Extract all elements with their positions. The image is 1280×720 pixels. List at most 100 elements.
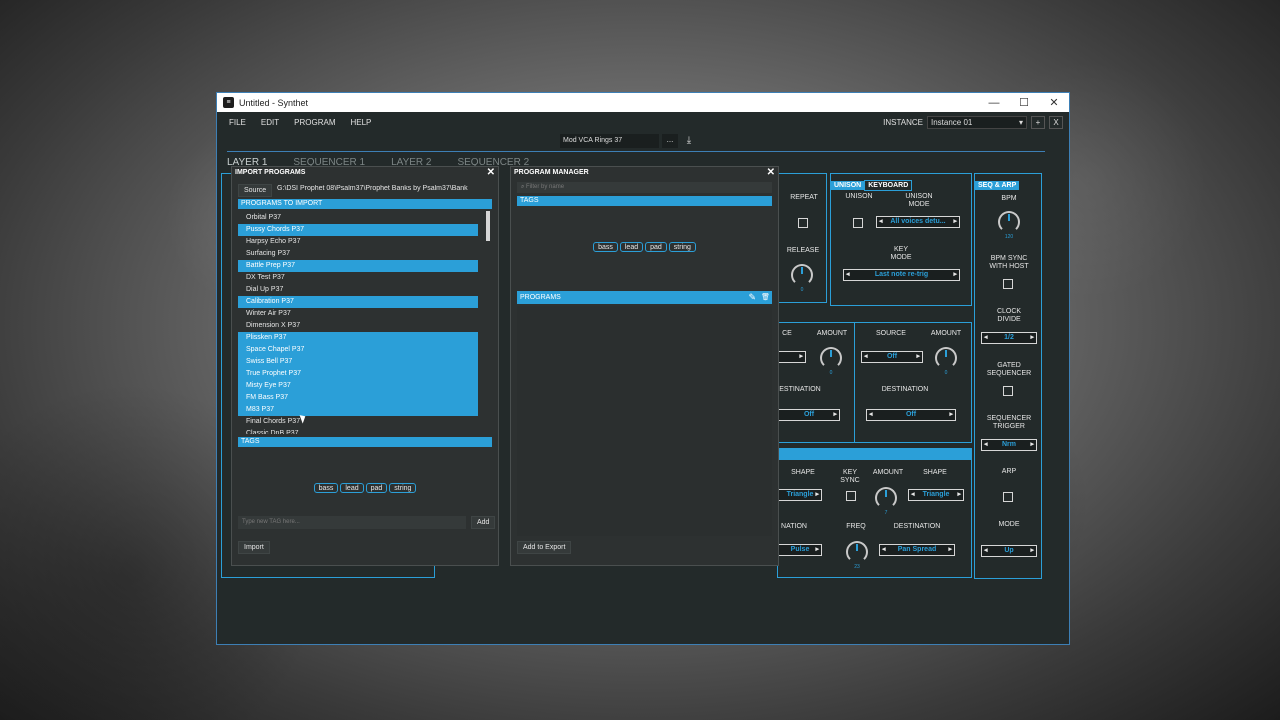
menu-file[interactable]: FILE <box>229 118 246 127</box>
import-button[interactable]: Import <box>238 541 270 554</box>
bpm-sync-checkbox[interactable] <box>1003 279 1013 289</box>
remove-instance-button[interactable]: X <box>1049 115 1063 129</box>
arrow-right-icon[interactable]: ▸ <box>957 490 961 500</box>
arrow-left-icon[interactable]: ◂ <box>984 333 988 343</box>
tab-unison[interactable]: UNISON <box>831 181 865 190</box>
lfo-amount-knob[interactable] <box>875 487 897 509</box>
arrow-right-icon[interactable]: ▸ <box>953 217 957 227</box>
destination-select-b[interactable]: ◂ Off ▸ <box>866 409 956 421</box>
destination-select-a[interactable]: Off ▸ <box>778 409 840 421</box>
tag-string[interactable]: string <box>389 483 417 493</box>
program-list-item[interactable]: Calibration P37 <box>238 296 478 308</box>
source-select-a[interactable]: ▸ <box>776 351 806 363</box>
filter-input[interactable]: ⌕ Filter by name <box>517 182 772 193</box>
unison-checkbox[interactable] <box>853 218 863 228</box>
program-list-item[interactable]: Pussy Chords P37 <box>238 224 478 236</box>
tag-lead[interactable]: lead <box>340 483 364 493</box>
arrow-right-icon[interactable]: ▸ <box>815 490 819 500</box>
close-button[interactable]: ✕ <box>1039 96 1069 109</box>
source-select-b[interactable]: ◂ Off ▸ <box>861 351 923 363</box>
arrow-right-icon[interactable]: ▸ <box>953 270 957 280</box>
import-list-scrollbar[interactable] <box>486 211 490 241</box>
arrow-left-icon[interactable]: ◂ <box>879 217 883 227</box>
arp-checkbox[interactable] <box>1003 492 1013 502</box>
program-list-item[interactable]: Swiss Bell P37 <box>238 356 478 368</box>
bpm-knob[interactable] <box>998 211 1020 233</box>
menu-program[interactable]: PROGRAM <box>294 118 335 127</box>
arrow-right-icon[interactable]: ▸ <box>1030 546 1034 556</box>
tab-keyboard[interactable]: KEYBOARD <box>864 180 913 191</box>
add-tag-button[interactable]: Add <box>471 516 496 529</box>
program-list-item[interactable]: Winter Air P37 <box>238 308 478 320</box>
arrow-left-icon[interactable]: ◂ <box>882 545 886 555</box>
freq-knob[interactable] <box>846 541 868 563</box>
tag-string[interactable]: string <box>668 242 696 252</box>
program-name-field[interactable]: Mod VCA Rings 37 <box>560 134 659 148</box>
arrow-right-icon[interactable]: ▸ <box>949 410 953 420</box>
maximize-button[interactable]: ☐ <box>1009 96 1039 109</box>
program-list-item[interactable]: Orbital P37 <box>238 212 478 224</box>
tag-lead[interactable]: lead <box>619 242 644 252</box>
program-list-item[interactable]: Dimension X P37 <box>238 320 478 332</box>
close-icon[interactable]: ✕ <box>767 167 775 179</box>
arrow-left-icon[interactable]: ◂ <box>846 270 850 280</box>
menu-help[interactable]: HELP <box>350 118 371 127</box>
arrow-right-icon[interactable]: ▸ <box>948 545 952 555</box>
add-to-export-button[interactable]: Add to Export <box>517 541 572 554</box>
program-list-item[interactable]: M83 P37 <box>238 404 478 416</box>
browse-button[interactable]: ... <box>662 134 678 148</box>
save-icon[interactable]: ⤓ <box>681 134 697 148</box>
arrow-right-icon[interactable]: ▸ <box>916 352 920 362</box>
minimize-button[interactable]: — <box>979 97 1009 109</box>
release-knob[interactable] <box>791 264 813 286</box>
clock-divide-select[interactable]: ◂ 1/2 ▸ <box>981 332 1037 344</box>
shape-select-a[interactable]: Triangle ▸ <box>778 489 822 501</box>
program-list-item[interactable]: Final Chords P37 <box>238 416 478 428</box>
program-list-item[interactable]: Plissken P37 <box>238 332 478 344</box>
shape-select-b[interactable]: ◂ Triangle ▸ <box>908 489 964 501</box>
tag-bass[interactable]: bass <box>593 242 618 252</box>
repeat-checkbox[interactable] <box>798 218 808 228</box>
program-list-item[interactable]: Misty Eye P37 <box>238 380 478 392</box>
menu-edit[interactable]: EDIT <box>261 118 279 127</box>
edit-icon[interactable]: ✎ <box>748 291 756 304</box>
arrow-right-icon[interactable]: ▸ <box>833 410 837 420</box>
program-list-item[interactable]: DX Test P37 <box>238 272 478 284</box>
arrow-right-icon[interactable]: ▸ <box>1030 440 1034 450</box>
program-list-item[interactable]: Classic DnB P37 <box>238 428 478 434</box>
tag-pad[interactable]: pad <box>645 242 667 252</box>
arrow-right-icon[interactable]: ▸ <box>1030 333 1034 343</box>
program-list-item[interactable]: Dial Up P37 <box>238 284 478 296</box>
lfo-dest-select-b[interactable]: ◂ Pan Spread ▸ <box>879 544 955 556</box>
mode-select[interactable]: ◂ Up ▸ <box>981 545 1037 557</box>
arrow-left-icon[interactable]: ◂ <box>864 352 868 362</box>
new-tag-input[interactable]: Type new TAG here... <box>238 516 466 529</box>
close-icon[interactable]: ✕ <box>487 167 495 179</box>
program-list-item[interactable]: FM Bass P37 <box>238 392 478 404</box>
program-list-item[interactable]: Space Chapel P37 <box>238 344 478 356</box>
amount-knob-b[interactable] <box>935 347 957 369</box>
program-list-item[interactable]: Battle Prep P37 <box>238 260 478 272</box>
program-list-item[interactable]: True Prophet P37 <box>238 368 478 380</box>
arrow-right-icon[interactable]: ▸ <box>815 545 819 555</box>
instance-select[interactable]: Instance 01 <box>927 115 1027 129</box>
arrow-left-icon[interactable]: ◂ <box>984 546 988 556</box>
tag-pad[interactable]: pad <box>365 483 388 493</box>
tag-bass[interactable]: bass <box>313 483 339 493</box>
arrow-right-icon[interactable]: ▸ <box>799 352 803 362</box>
gated-seq-checkbox[interactable] <box>1003 386 1013 396</box>
arrow-left-icon[interactable]: ◂ <box>911 490 915 500</box>
lfo-dest-select-a[interactable]: Pulse ▸ <box>778 544 822 556</box>
arrow-left-icon[interactable]: ◂ <box>984 440 988 450</box>
delete-icon[interactable]: 🗑 <box>761 291 770 304</box>
seq-trigger-select[interactable]: ◂ Nrm ▸ <box>981 439 1037 451</box>
key-mode-select[interactable]: ◂ Last note re-trig ▸ <box>843 269 960 281</box>
source-button[interactable]: Source <box>238 184 273 197</box>
unison-mode-select[interactable]: ◂ All voices detu... ▸ <box>876 216 960 228</box>
key-sync-checkbox[interactable] <box>846 491 856 501</box>
add-instance-button[interactable]: + <box>1031 115 1045 129</box>
amount-knob-a[interactable] <box>820 347 842 369</box>
program-list-item[interactable]: Harpsy Echo P37 <box>238 236 478 248</box>
arrow-left-icon[interactable]: ◂ <box>869 410 873 420</box>
program-list-item[interactable]: Surfacing P37 <box>238 248 478 260</box>
